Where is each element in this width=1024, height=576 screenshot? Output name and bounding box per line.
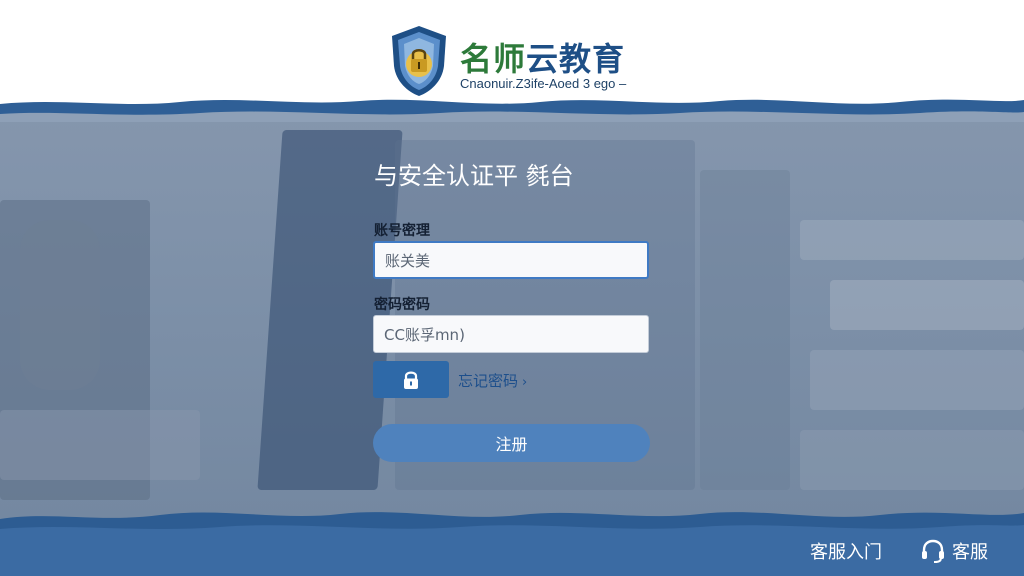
brand-name-part2: 云教育	[526, 40, 626, 78]
register-button[interactable]: 注册	[373, 424, 650, 462]
account-input[interactable]	[373, 241, 649, 279]
background-shape	[20, 220, 100, 390]
brand-name: 名师云教育	[460, 34, 625, 80]
brand-name-part1: 名师	[460, 40, 527, 78]
forgot-password-link[interactable]: 忘记密码 ›	[458, 370, 527, 391]
shield-lock-icon	[392, 26, 446, 96]
forgot-password-label: 忘记密码	[458, 372, 519, 390]
headset-icon	[922, 539, 944, 563]
brand-tagline: Cnaonuir.Z3ife-Aoed 3 ego –	[460, 76, 627, 91]
background-shape	[800, 430, 1024, 490]
background-shape	[700, 170, 790, 490]
account-label: 账号密理	[374, 223, 430, 239]
background-shape	[830, 280, 1024, 330]
lock-icon	[404, 371, 418, 389]
chevron-right-icon: ›	[522, 375, 528, 390]
background-shape	[810, 350, 1024, 410]
support-entry-link[interactable]: 客服入门	[810, 538, 882, 564]
password-input[interactable]	[373, 315, 649, 353]
support-label: 客服	[952, 542, 988, 563]
background-shape	[0, 410, 200, 480]
background-shape	[800, 220, 1024, 260]
support-link[interactable]: 客服	[920, 538, 988, 564]
password-label: 密码密码	[374, 297, 430, 313]
login-title: 与安全认证平 毵台	[374, 162, 574, 190]
login-button[interactable]	[373, 361, 449, 398]
header-wave	[0, 99, 1024, 122]
